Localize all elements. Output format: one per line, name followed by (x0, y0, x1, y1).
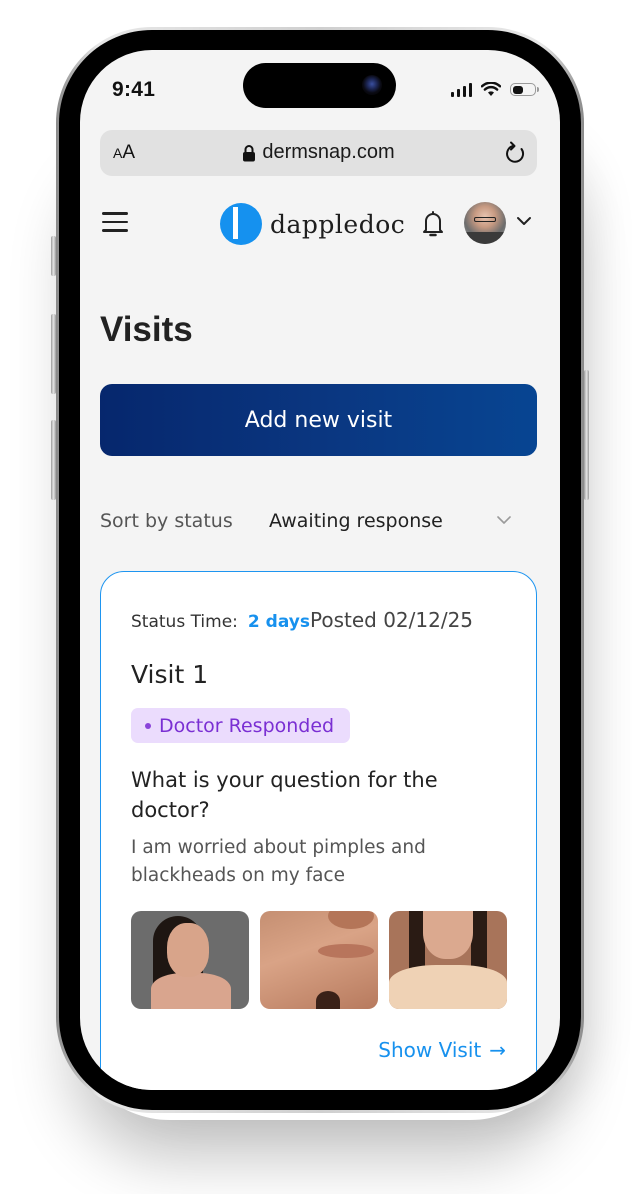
status-time-label: Status Time: (131, 612, 238, 632)
add-new-visit-button[interactable]: Add new visit (100, 384, 537, 456)
sort-label: Sort by status (100, 510, 233, 532)
question-answer: I am worried about pimples and blackhead… (131, 837, 426, 886)
posted-date: Posted 02/12/25 (309, 608, 474, 632)
phone-screen: 9:41 AA dermsnap.com dappledoc Visits Ad… (80, 50, 560, 1090)
sort-status-select[interactable]: Awaiting response (269, 510, 443, 532)
dynamic-island (243, 63, 396, 108)
logo-mark-icon (220, 203, 262, 245)
lock-icon (243, 144, 256, 161)
status-badge-label: Doctor Responded (159, 714, 335, 737)
wifi-icon (481, 82, 501, 96)
visit-card[interactable]: Status Time: 2 daysPosted 02/12/25 Visit … (100, 571, 537, 1090)
user-avatar[interactable] (464, 202, 506, 244)
volume-up-button (51, 314, 56, 394)
visit-photos (131, 911, 507, 1009)
sort-by-status: Sort by status Awaiting response (100, 508, 537, 538)
show-visit-label: Show Visit (378, 1038, 482, 1062)
action-button (51, 236, 56, 276)
battery-icon (510, 83, 539, 96)
face-profile-photo[interactable] (131, 911, 249, 1009)
bell-icon[interactable] (421, 210, 445, 238)
power-button (584, 370, 589, 500)
status-dot-icon (145, 722, 151, 729)
front-face-photo[interactable] (389, 911, 507, 1009)
browser-url-bar[interactable]: AA dermsnap.com (100, 130, 537, 176)
hamburger-icon[interactable] (102, 212, 130, 234)
status-time-value: 2 days (247, 612, 310, 632)
cheek-closeup-photo[interactable] (260, 911, 378, 1009)
show-visit-link[interactable]: Show Visit → (378, 1038, 506, 1062)
cellular-signal-icon (450, 82, 472, 97)
top-nav: dappledoc (80, 200, 560, 248)
url-display[interactable]: dermsnap.com (100, 141, 537, 164)
chevron-down-icon[interactable] (496, 514, 512, 526)
reload-icon[interactable] (505, 141, 527, 165)
camera-icon (362, 75, 382, 95)
status-badge: Doctor Responded (131, 708, 351, 743)
brand-logo[interactable]: dappledoc (220, 203, 405, 245)
visit-title: Visit 1 (131, 660, 209, 689)
brand-name: dappledoc (270, 209, 406, 239)
url-text: dermsnap.com (262, 141, 395, 163)
status-time: 9:41 (112, 78, 156, 101)
page-title: Visits (100, 310, 193, 349)
arrow-right-icon: → (489, 1038, 506, 1062)
status-icons (450, 82, 539, 97)
status-time-row: Status Time: 2 daysPosted 02/12/25 (131, 608, 473, 632)
question-label: What is your question for the doctor? (131, 768, 438, 822)
chevron-down-icon[interactable] (516, 215, 532, 227)
volume-down-button (51, 420, 56, 500)
